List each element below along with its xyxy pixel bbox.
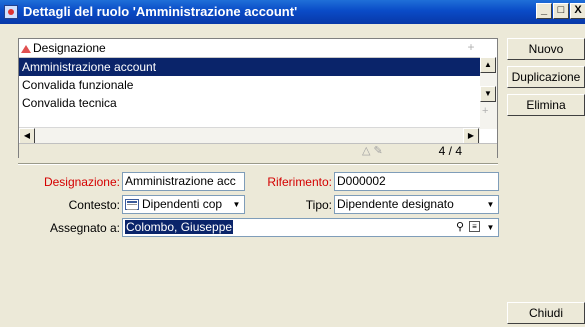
tipo-select[interactable]: Dipendente designato ▼ [334, 195, 499, 214]
chevron-down-icon[interactable]: ▼ [484, 220, 497, 235]
table-icon [125, 199, 139, 210]
scroll-left-icon[interactable]: ◀ [19, 128, 35, 144]
list-item[interactable]: Convalida tecnica [19, 94, 480, 112]
scroll-down-icon[interactable]: ▼ [480, 86, 496, 102]
designazione-field[interactable]: Amministrazione acc [122, 172, 245, 191]
riferimento-field[interactable]: D000002 [334, 172, 499, 191]
chevron-down-icon[interactable]: ▼ [484, 197, 497, 212]
scroll-up-icon[interactable]: ▲ [480, 57, 496, 73]
chevron-down-icon[interactable]: ▼ [230, 197, 243, 212]
riferimento-label: Riferimento: [267, 175, 332, 189]
separator [18, 163, 498, 165]
list-item[interactable]: Convalida funzionale [19, 76, 480, 94]
contesto-value: Dipendenti cop [142, 197, 223, 211]
window-title: Dettagli del ruolo 'Amministrazione acco… [23, 4, 298, 19]
expand-icon[interactable]: + [482, 105, 488, 117]
filter-icon[interactable]: △ ✎ [362, 144, 383, 157]
scroll-right-icon[interactable]: ▶ [463, 128, 479, 144]
close-button[interactable]: Chiudi [507, 302, 585, 324]
title-bar: Dettagli del ruolo 'Amministrazione acco… [0, 0, 585, 24]
horizontal-scrollbar[interactable]: ◀ ▶ [19, 127, 480, 144]
vertical-scrollbar[interactable]: ▲ ▼ + [480, 57, 497, 129]
assegnato-field[interactable]: Colombo, Giuseppe ⚲ ≡ ▼ [122, 218, 499, 237]
duplicate-button[interactable]: Duplicazione [507, 66, 585, 88]
contesto-select[interactable]: Dipendenti cop ▼ [122, 195, 245, 214]
close-window-button[interactable]: X [570, 3, 585, 19]
search-icon[interactable]: ⚲ [456, 219, 464, 236]
list-item[interactable]: Amministrazione account [19, 58, 480, 76]
list-status-bar: △ ✎ 4 / 4 [19, 143, 497, 158]
sort-icon [21, 45, 31, 53]
window-icon [4, 5, 18, 19]
record-count: 4 / 4 [438, 144, 462, 158]
tipo-label: Tipo: [305, 198, 332, 212]
minimize-button[interactable]: _ [536, 3, 552, 19]
designazione-label: Designazione: [43, 175, 120, 189]
details-icon[interactable]: ≡ [469, 221, 480, 232]
new-button[interactable]: Nuovo [507, 38, 585, 60]
maximize-button[interactable]: □ [553, 3, 569, 19]
contesto-label: Contesto: [68, 198, 120, 212]
roles-list[interactable]: Designazione + Amministrazione account C… [18, 38, 498, 158]
add-column-icon[interactable]: + [464, 39, 478, 55]
assegnato-label: Assegnato a: [49, 221, 120, 235]
delete-button[interactable]: Elimina [507, 94, 585, 116]
tipo-value: Dipendente designato [337, 197, 454, 211]
designazione-column-header[interactable]: Designazione [21, 41, 106, 55]
assegnato-value: Colombo, Giuseppe [125, 220, 234, 234]
list-header[interactable]: Designazione + [19, 39, 480, 58]
